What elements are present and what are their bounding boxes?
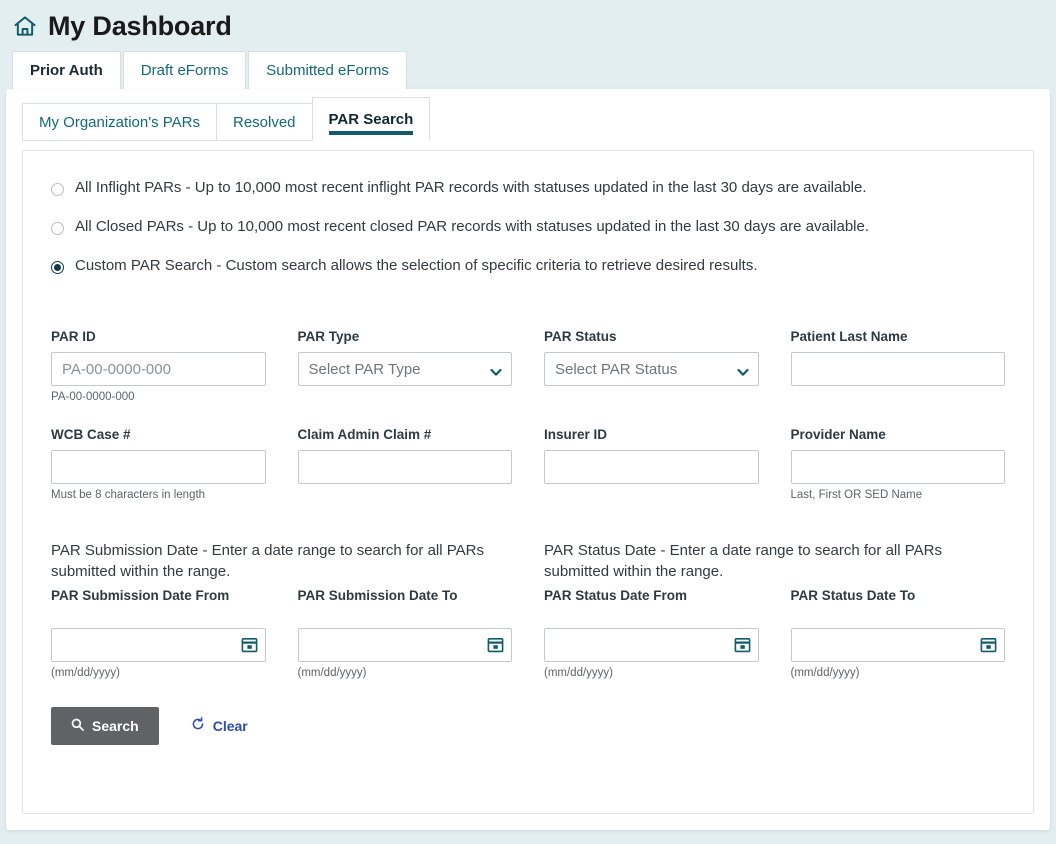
tab-my-organizations-pars[interactable]: My Organization's PARs [22,103,217,141]
field-claim-admin-claim: Claim Admin Claim # [297,427,513,503]
field-label: PAR Submission Date From [51,587,230,603]
calendar-icon[interactable] [241,636,258,653]
field-par-status-date-to: PAR Status Date To (mm/dd/yyyy) [790,587,1005,681]
radio-indicator [51,221,64,235]
insurer-id-input[interactable] [544,450,759,485]
field-par-type: PAR Type Select PAR Type [297,329,513,405]
field-hint: (mm/dd/yyyy) [790,666,860,679]
field-hint: Last, First OR SED Name [790,489,923,502]
page-header: My Dashboard [0,0,1056,44]
field-par-status: PAR Status Select PAR Status [544,329,759,405]
form-actions: Search Clear [51,706,1005,775]
radio-label: All Inflight PARs - Up to 10,000 most re… [75,179,867,196]
tab-label: PAR Search [328,110,414,128]
field-par-submission-date-to: PAR Submission Date To (mm/dd/yyyy) [297,587,512,681]
radio-indicator [51,260,64,274]
field-label: PAR Status Date To [790,587,916,603]
field-hint: (mm/dd/yyyy) [51,666,120,679]
radio-indicator [51,183,64,196]
dashboard-page: My Dashboard Prior Auth Draft eForms Sub… [0,0,1056,844]
field-par-submission-date-from: PAR Submission Date From (mm/dd/yyyy) [51,588,266,681]
tab-prior-auth[interactable]: Prior Auth [12,51,121,93]
field-hint: PA-00-0000-000 [51,391,135,404]
search-fields-row-2: WCB Case # Must be 8 characters in lengt… [51,427,1005,503]
field-hint [544,391,759,405]
clear-button-label: Clear [212,717,248,734]
par-status-select[interactable]: Select PAR Status [544,352,759,387]
field-par-id: PAR ID PA-00-0000-000 [51,329,266,405]
calendar-icon[interactable] [487,636,504,653]
wcb-case-input[interactable] [51,450,266,485]
radio-option-custom-par-search[interactable]: Custom PAR Search - Custom search allows… [51,257,1005,276]
par-status-date-intro: PAR Status Date - Enter a date range to … [544,542,942,580]
par-submission-date-intro: PAR Submission Date - Enter a date range… [51,542,484,580]
radio-label: Custom PAR Search - Custom search allows… [75,256,758,274]
field-hint: (mm/dd/yyyy) [544,666,613,679]
search-icon [71,718,84,734]
field-label: Insurer ID [544,427,608,443]
tab-par-search[interactable]: PAR Search [311,97,431,141]
search-mode-radio-group: All Inflight PARs - Up to 10,000 most re… [51,179,1005,275]
claim-admin-claim-input[interactable] [297,450,512,485]
field-label: Patient Last Name [790,329,908,345]
field-label: PAR ID [51,329,96,345]
search-button-label: Search [92,717,139,734]
field-hint: Must be 8 characters in length [51,489,206,502]
field-label: Provider Name [790,427,886,443]
field-label: PAR Type [297,329,360,345]
par-submission-date-from-input[interactable] [51,627,266,662]
field-label: PAR Status [544,329,617,345]
field-patient-last-name: Patient Last Name [790,329,1006,405]
inner-tab-bar: My Organization's PARs Resolved PAR Sear… [6,89,1050,141]
tab-label: Resolved [232,113,296,131]
calendar-icon[interactable] [980,636,997,653]
main-panel: My Organization's PARs Resolved PAR Sear… [6,89,1050,830]
par-submission-date-to-input[interactable] [297,627,512,662]
field-provider-name: Provider Name Last, First OR SED Name [790,427,1005,503]
par-status-date-to-input[interactable] [790,627,1005,662]
field-insurer-id: Insurer ID [544,427,759,503]
tab-label: Prior Auth [30,62,103,79]
par-type-select[interactable]: Select PAR Type [297,352,512,387]
patient-last-name-input[interactable] [790,352,1005,387]
tab-resolved[interactable]: Resolved [215,103,313,141]
tab-submitted-eforms[interactable]: Submitted eForms [248,51,407,89]
tab-draft-eforms[interactable]: Draft eForms [122,51,247,89]
field-hint: (mm/dd/yyyy) [297,666,367,679]
par-status-date-from-input[interactable] [544,627,759,662]
radio-option-all-closed-pars[interactable]: All Closed PARs - Up to 10,000 most rece… [51,218,1005,237]
reset-icon [191,717,205,734]
outer-tab-bar: Prior Auth Draft eForms Submitted eForms [0,51,1056,93]
par-search-card: All Inflight PARs - Up to 10,000 most re… [22,150,1034,814]
clear-button[interactable]: Clear [185,716,254,735]
field-label: PAR Status Date From [544,587,688,603]
calendar-icon[interactable] [734,636,751,653]
provider-name-input[interactable] [790,450,1005,485]
tab-label: Draft eForms [140,62,229,79]
field-label: Claim Admin Claim # [297,427,432,443]
field-wcb-case: WCB Case # Must be 8 characters in lengt… [51,427,266,503]
par-id-input[interactable] [51,352,266,387]
tab-label: Submitted eForms [266,62,389,79]
date-fields-row: PAR Submission Date From (mm/dd/yyyy) PA… [51,588,1005,681]
field-label: WCB Case # [51,427,131,443]
radio-option-all-inflight-pars[interactable]: All Inflight PARs - Up to 10,000 most re… [51,179,1005,198]
page-title: My Dashboard [48,10,232,41]
radio-label: All Closed PARs - Up to 10,000 most rece… [75,217,870,235]
date-section-intros: PAR Submission Date - Enter a date range… [51,541,1005,582]
home-icon[interactable] [12,13,38,39]
field-par-status-date-from: PAR Status Date From (mm/dd/yyyy) [544,588,759,681]
search-fields-row-1: PAR ID PA-00-0000-000 PAR Type Select PA… [51,329,1005,405]
search-button[interactable]: Search [51,706,159,745]
field-label: PAR Submission Date To [297,587,458,603]
field-hint [544,489,759,503]
field-hint [298,489,513,503]
field-hint [298,391,513,405]
field-hint [791,391,1006,405]
tab-label: My Organization's PARs [39,113,200,131]
